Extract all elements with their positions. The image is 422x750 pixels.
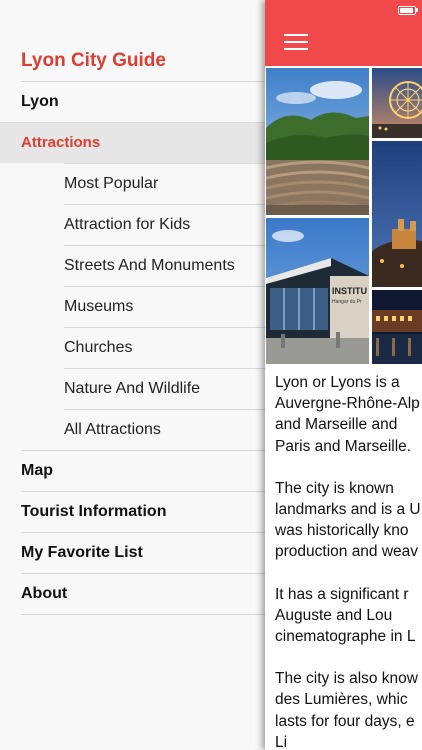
app-title: Lyon City Guide: [21, 50, 166, 71]
hangar-sign: Hangar du Pr: [332, 299, 362, 305]
menu-item-all-attractions[interactable]: All Attractions: [0, 409, 265, 450]
institute-sign: INSTITU: [332, 286, 367, 296]
menu-list: Lyon Attractions Most Popular Attraction fo…: [0, 81, 265, 615]
menu-item-attractions[interactable]: Attractions: [0, 122, 265, 163]
photo-institute-building[interactable]: INSTITU Hangar du Pr: [266, 218, 369, 364]
navbar: [265, 0, 422, 66]
menu-item-lyon[interactable]: Lyon: [0, 81, 265, 122]
description-paragraph: The city is also know des Lumières, whic…: [275, 670, 418, 750]
content-panel[interactable]: INSTITU Hangar du Pr Lyon or Lyons is a …: [265, 0, 422, 750]
photo-roman-theatre[interactable]: [266, 68, 369, 215]
description-paragraph: It has a significant r Auguste and Lou c…: [275, 585, 416, 646]
menu-item-about[interactable]: About: [0, 573, 265, 615]
menu-item-map[interactable]: Map: [0, 450, 265, 491]
menu-item-churches[interactable]: Churches: [0, 327, 265, 368]
photo-basilica-night[interactable]: [372, 141, 422, 287]
battery-icon: [398, 6, 416, 15]
menu-item-my-favorite-list[interactable]: My Favorite List: [0, 532, 265, 573]
menu-item-most-popular[interactable]: Most Popular: [0, 163, 265, 204]
menu-item-museums[interactable]: Museums: [0, 286, 265, 327]
photo-ferris-wheel[interactable]: [372, 68, 422, 138]
menu-item-attraction-for-kids[interactable]: Attraction for Kids: [0, 204, 265, 245]
side-menu: Lyon City Guide Lyon Attractions Most Popu…: [0, 0, 265, 750]
photo-collage[interactable]: INSTITU Hangar du Pr: [265, 66, 422, 364]
hamburger-menu-icon[interactable]: [284, 32, 308, 50]
menu-item-streets-and-monuments[interactable]: Streets And Monuments: [0, 245, 265, 286]
battery-tip: [416, 8, 418, 12]
menu-item-nature-and-wildlife[interactable]: Nature And Wildlife: [0, 368, 265, 409]
photo-riverfront[interactable]: [372, 290, 422, 364]
description-paragraph: The city is known landmarks and is a U w…: [275, 479, 421, 561]
description-text: Lyon or Lyons is a Auvergne-Rhône-Alp an…: [275, 372, 422, 750]
description-paragraph: Lyon or Lyons is a Auvergne-Rhône-Alp an…: [275, 374, 420, 455]
menu-item-tourist-information[interactable]: Tourist Information: [0, 491, 265, 532]
